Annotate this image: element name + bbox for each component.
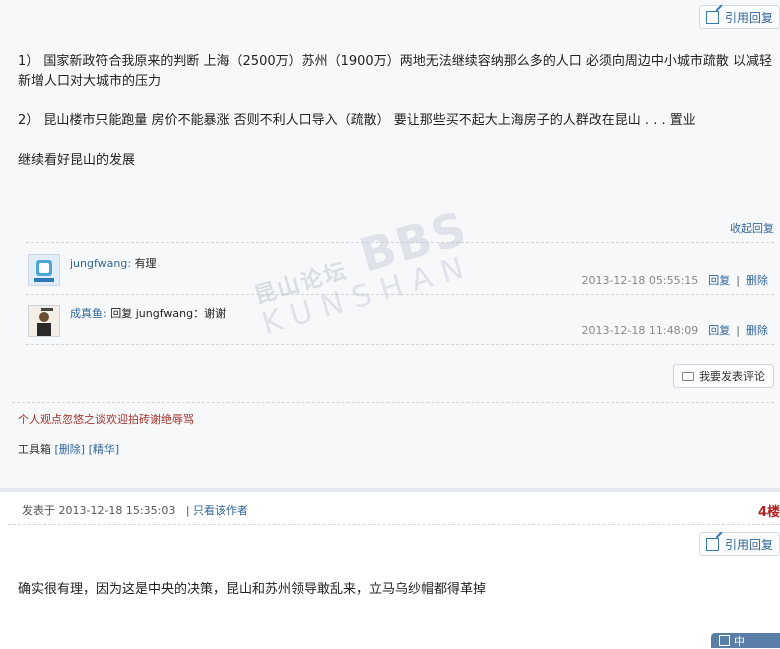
comment-time: 2013-12-18 11:48:09 [581,323,699,337]
quote-reply-button[interactable]: 引用回复 [698,5,780,29]
post-paragraph-1: 1） 国家新政符合我原来的判断 上海（2500万）苏州（1900万）两地无法继续… [18,54,772,89]
comment-icon [682,371,694,381]
comment-user-link[interactable]: jungfwang: [70,257,131,270]
user-signature: 个人观点忽悠之谈欢迎拍砖谢绝辱骂 [18,413,194,426]
toolbox-essence-link[interactable]: [精华] [89,443,120,456]
separator: | [736,273,740,287]
fold-replies-link[interactable]: 收起回复 [730,220,774,236]
corner-widget[interactable]: 中 [711,633,780,648]
comment-text: 回复 jungfwang：谢谢 [110,307,227,320]
post-comment-button[interactable]: 我要发表评论 [673,364,774,388]
only-author-link[interactable]: 只看该作者 [193,504,248,517]
signature-divider [12,402,774,403]
avatar[interactable] [28,305,60,337]
divider [26,242,774,243]
post-paragraph-3: 继续看好昆山的发展 [18,153,136,168]
comment-reply-link[interactable]: 回复 [708,322,730,338]
comment-text: 有理 [134,257,157,270]
comment-2-body: 成真鱼: 回复 jungfwang：谢谢 [70,305,226,321]
widget-label: 中 [734,634,745,648]
comment-delete-link[interactable]: 删除 [746,322,768,338]
toolbox: 工具箱 [删除] [精华] [18,441,119,457]
comment-1-meta: 2013-12-18 05:55:15 回复 | 删除 [581,272,768,288]
comment-user-link[interactable]: 成真鱼: [70,307,107,320]
post-1: 引用回复 1） 国家新政符合我原来的判断 上海（2500万）苏州（1900万）两… [0,0,780,488]
post-date: 发表于 2013-12-18 15:35:03 [22,504,176,517]
post-comment-label: 我要发表评论 [699,370,765,383]
comment-time: 2013-12-18 05:55:15 [581,273,699,287]
quote-reply-label: 引用回复 [724,537,773,552]
divider [26,344,774,345]
separator: | [185,504,190,517]
toolbox-label: 工具箱 [18,443,51,456]
quote-reply-label: 引用回复 [724,10,773,25]
post-2-text: 确实很有理，因为这是中央的决策，昆山和苏州领导敢乱来，立马乌纱帽都得革掉 [18,582,487,597]
floor-number[interactable]: 4楼 [758,501,780,520]
quote-reply-icon [705,537,719,551]
toolbox-delete-link[interactable]: [删除] [55,443,86,456]
quote-reply-button[interactable]: 引用回复 [698,532,780,556]
post-2-meta-bar: 发表于 2013-12-18 15:35:03 | 只看该作者 4楼 [0,492,780,524]
avatar[interactable] [28,254,60,286]
comment-reply-link[interactable]: 回复 [708,272,730,288]
quote-reply-icon [705,10,719,24]
separator: | [736,323,740,337]
divider [26,294,774,295]
divider [8,524,780,525]
comment-2-meta: 2013-12-18 11:48:09 回复 | 删除 [581,322,768,338]
post-paragraph-2: 2） 昆山楼市只能跑量 房价不能暴涨 否则不利人口导入（疏散） 要让那些买不起大… [18,113,696,128]
comment-delete-link[interactable]: 删除 [746,272,768,288]
post-meta: 发表于 2013-12-18 15:35:03 | 只看该作者 [22,502,248,518]
widget-icon [719,635,730,646]
comment-1-body: jungfwang: 有理 [70,255,157,271]
